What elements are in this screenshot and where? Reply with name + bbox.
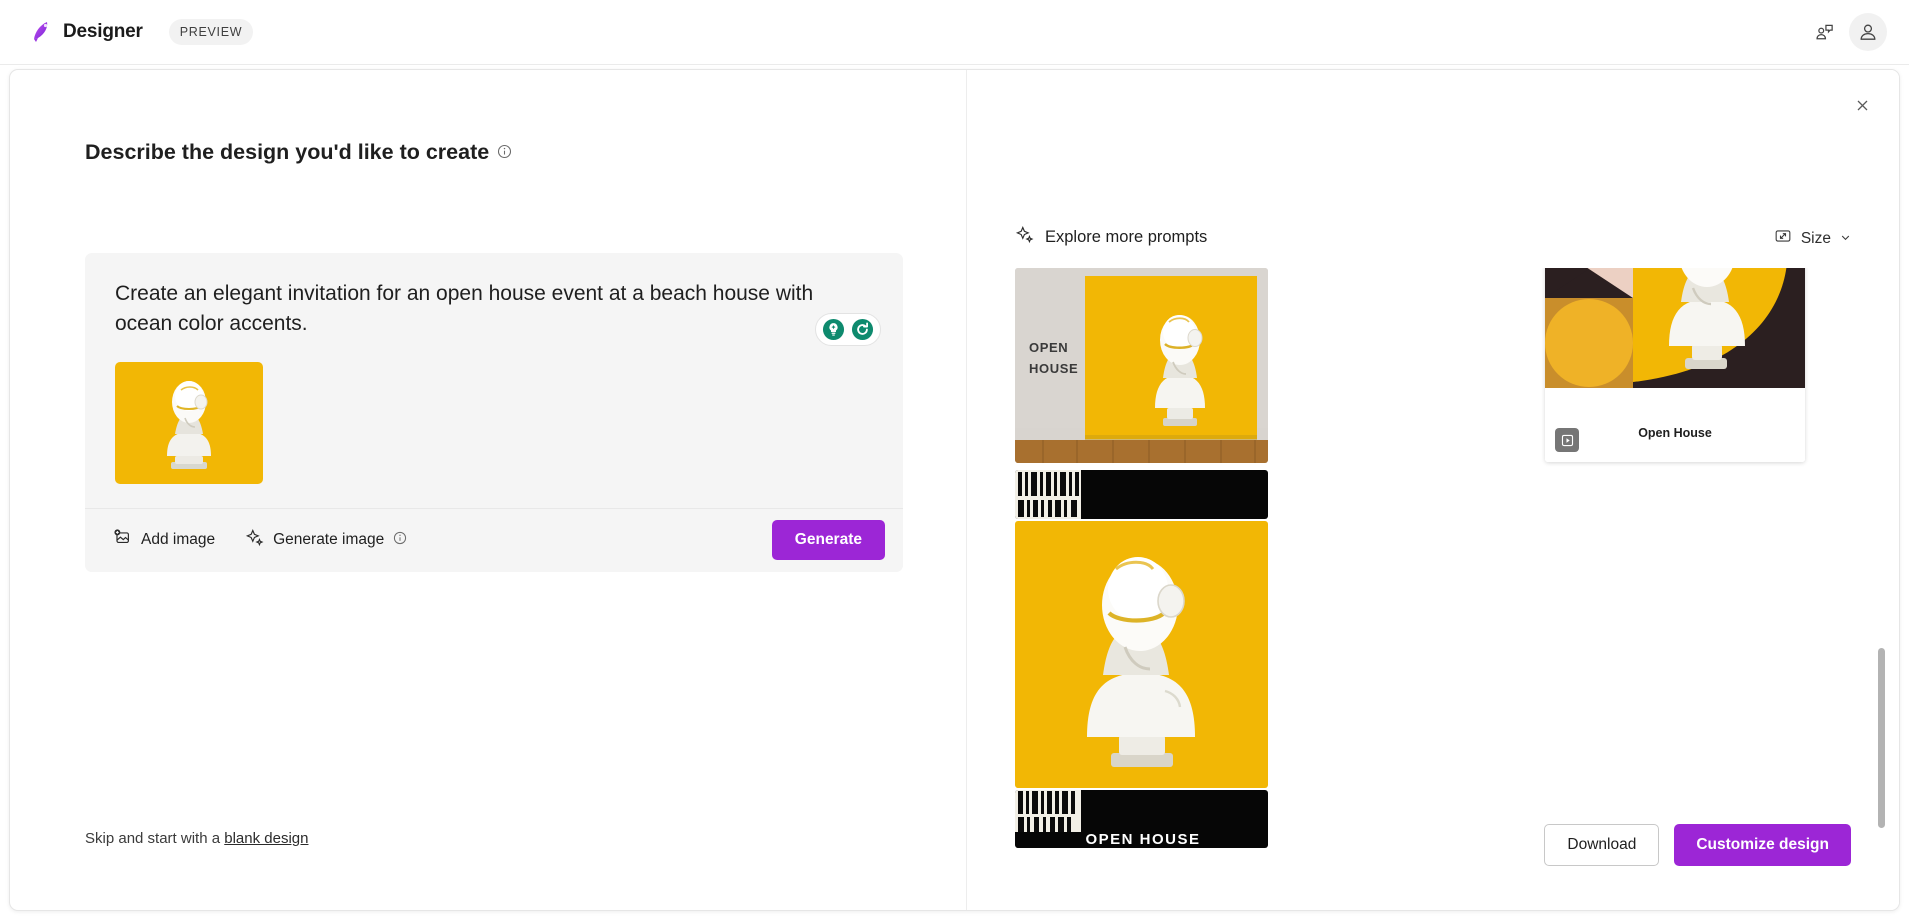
customize-design-button[interactable]: Customize design xyxy=(1674,824,1851,866)
result-card-gallery-wall-mockup[interactable]: OPEN HOUSE xyxy=(1015,268,1268,463)
svg-text:OPEN: OPEN xyxy=(1029,340,1068,355)
top-bar-actions xyxy=(1805,13,1887,51)
result-card-barcode-open-house[interactable]: OPEN HOUSE xyxy=(1015,790,1268,848)
footer-actions: Download Customize design xyxy=(1544,824,1851,866)
attached-image-thumbnail[interactable] xyxy=(115,361,263,484)
sparkle-icon xyxy=(1015,225,1034,249)
results-gallery: OPEN HOUSE OPEN HOUSE Open House xyxy=(1015,268,1899,850)
explore-more-prompts-button[interactable]: Explore more prompts xyxy=(1015,225,1207,249)
feedback-chat-icon[interactable] xyxy=(1805,13,1843,51)
gallery-scrollbar[interactable] xyxy=(1878,268,1885,850)
composer-toolbar: Add image Generate image Generate xyxy=(85,507,903,572)
generate-image-label: Generate image xyxy=(273,531,385,549)
size-selector[interactable]: Size xyxy=(1774,227,1851,250)
info-icon[interactable] xyxy=(393,531,407,550)
prompt-input[interactable]: Create an elegant invitation for an open… xyxy=(85,253,903,346)
resize-icon xyxy=(1774,227,1792,250)
prompt-pane: Describe the design you'd like to create… xyxy=(10,70,967,910)
brand-name: Designer xyxy=(63,21,143,42)
brand[interactable]: Designer xyxy=(28,19,143,45)
page-title: Describe the design you'd like to create xyxy=(85,140,512,165)
add-image-button[interactable]: Add image xyxy=(113,528,215,552)
add-image-icon xyxy=(113,528,132,552)
play-video-icon[interactable] xyxy=(1555,428,1579,452)
gallery-scrollbar-thumb[interactable] xyxy=(1878,648,1885,828)
sparkle-icon xyxy=(245,528,264,552)
result-card-yellow-robot-portrait[interactable] xyxy=(1015,521,1268,788)
size-label: Size xyxy=(1800,229,1831,247)
refresh-regenerate-icon[interactable] xyxy=(851,318,874,341)
result-caption: Open House xyxy=(1638,426,1712,440)
close-icon[interactable] xyxy=(1845,88,1879,122)
preview-badge: PREVIEW xyxy=(168,19,254,45)
add-image-label: Add image xyxy=(141,531,216,549)
main-dialog: Describe the design you'd like to create… xyxy=(9,69,1900,911)
lightbulb-idea-icon[interactable] xyxy=(822,318,845,341)
blank-design-link[interactable]: blank design xyxy=(224,830,308,847)
results-pane: Explore more prompts Size OPEN HOUSE OPE… xyxy=(967,70,1899,910)
prompt-composer: Create an elegant invitation for an open… xyxy=(85,253,903,572)
svg-text:OPEN HOUSE: OPEN HOUSE xyxy=(1085,831,1200,848)
skip-text: Skip and start with a xyxy=(85,830,221,847)
explore-label: Explore more prompts xyxy=(1045,227,1208,246)
page-title-text: Describe the design you'd like to create xyxy=(85,140,490,164)
info-icon[interactable] xyxy=(497,140,512,165)
account-avatar-icon[interactable] xyxy=(1849,13,1887,51)
result-card-barcode-black[interactable] xyxy=(1015,470,1268,519)
download-button[interactable]: Download xyxy=(1544,824,1660,866)
chevron-down-icon xyxy=(1840,230,1851,248)
skip-row: Skip and start with a blank design xyxy=(85,830,308,847)
prompt-assist-controls xyxy=(815,312,881,346)
result-card-open-house-geometric[interactable]: Open House xyxy=(1545,268,1805,462)
generate-button[interactable]: Generate xyxy=(771,520,885,561)
generate-image-button[interactable]: Generate image xyxy=(245,528,407,552)
svg-text:HOUSE: HOUSE xyxy=(1029,361,1078,376)
designer-logo-icon xyxy=(28,19,54,45)
top-bar: Designer PREVIEW xyxy=(0,0,1909,65)
prompt-input-value: Create an elegant invitation for an open… xyxy=(115,282,814,336)
